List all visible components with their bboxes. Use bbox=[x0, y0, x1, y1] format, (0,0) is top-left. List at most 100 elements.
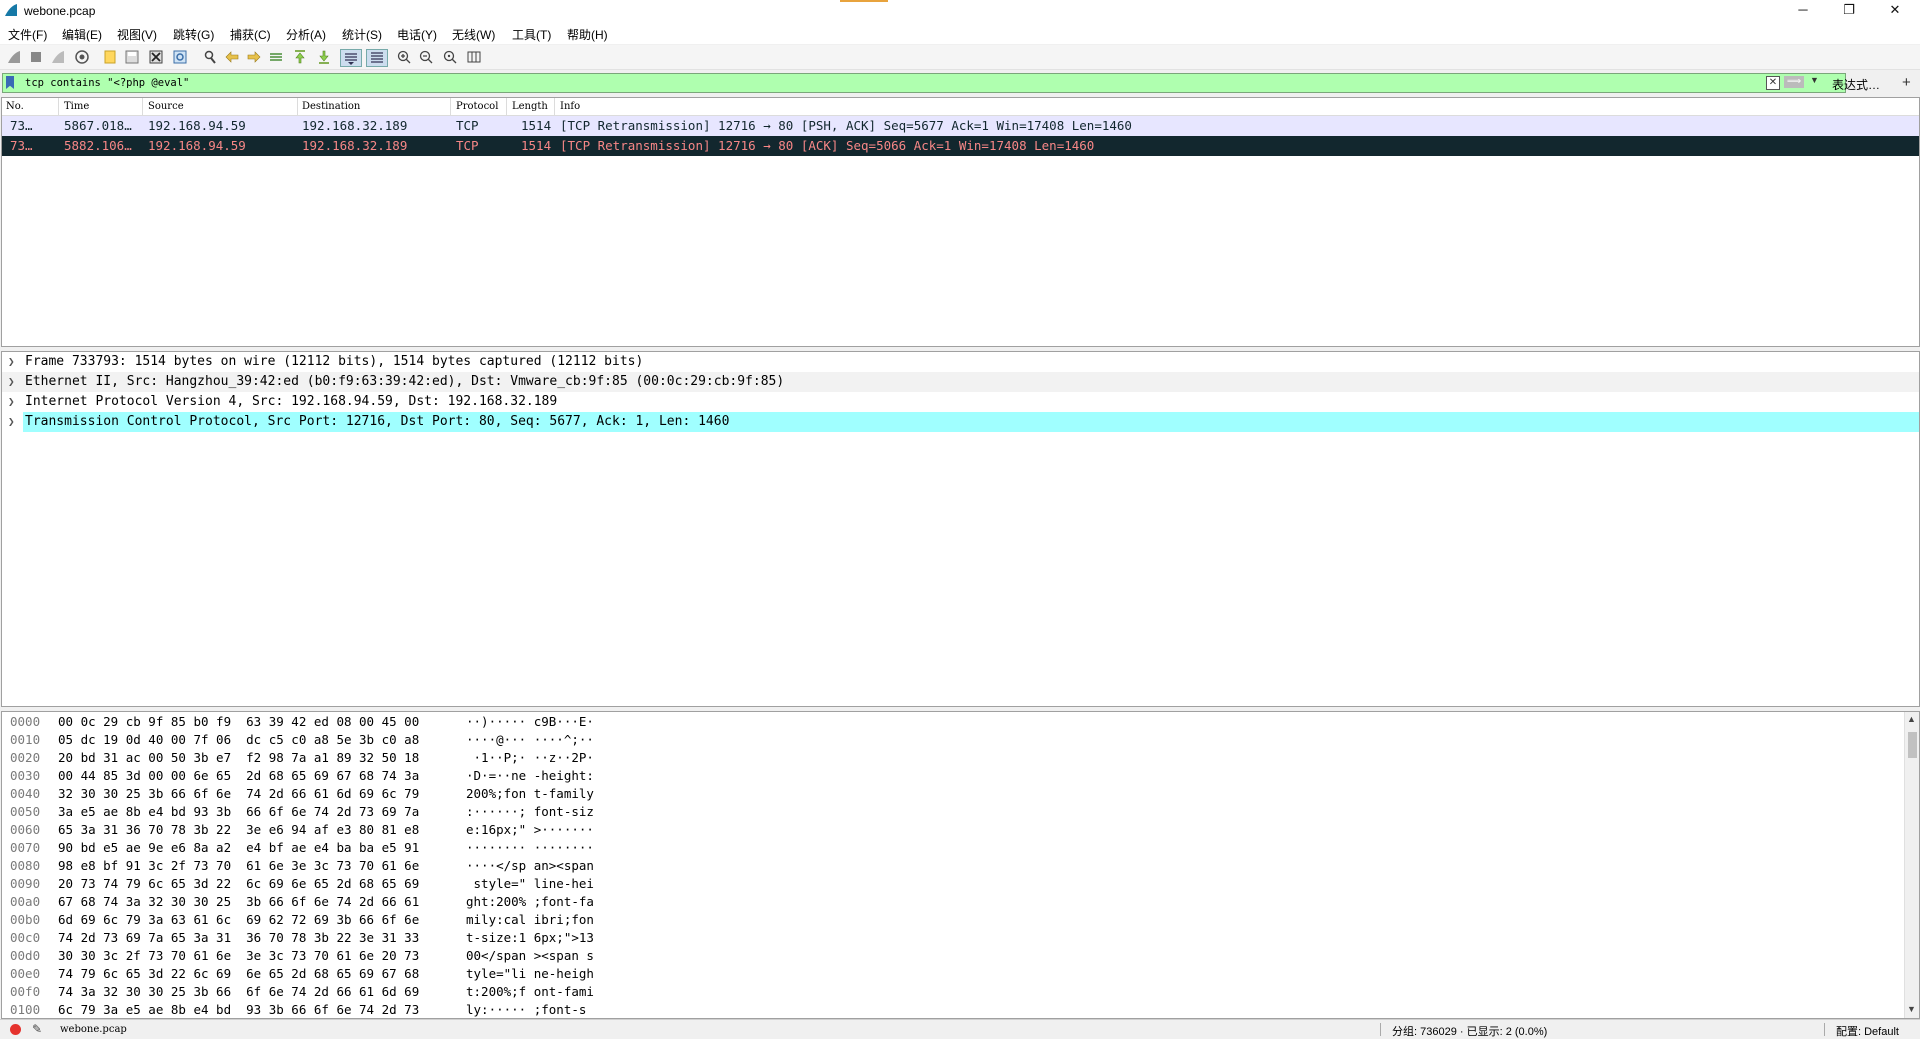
menu-file[interactable]: 文件(F) bbox=[8, 26, 47, 43]
go-last-icon[interactable] bbox=[316, 49, 332, 65]
column-separator[interactable] bbox=[450, 98, 451, 115]
filter-clear-icon[interactable]: ✕ bbox=[1766, 76, 1780, 90]
stop-capture-icon[interactable] bbox=[28, 49, 44, 65]
close-file-icon[interactable] bbox=[148, 49, 164, 65]
column-separator[interactable] bbox=[142, 98, 143, 115]
colorize-icon[interactable] bbox=[366, 49, 388, 67]
column-destination[interactable]: Destination bbox=[302, 101, 360, 112]
column-protocol[interactable]: Protocol bbox=[456, 101, 498, 112]
hex-ascii: ·D·=··ne -height: bbox=[466, 768, 594, 783]
hex-ascii: ght:200% ;font-fa bbox=[466, 894, 594, 909]
column-separator[interactable] bbox=[554, 98, 555, 115]
column-length[interactable]: Length bbox=[512, 101, 548, 112]
expand-chevron-icon[interactable]: ❯ bbox=[8, 412, 15, 432]
hex-ascii: ····</sp an><span bbox=[466, 858, 594, 873]
tree-item-frame[interactable]: ❯ Frame 733793: 1514 bytes on wire (1211… bbox=[2, 352, 1919, 372]
packet-destination: 192.168.32.189 bbox=[302, 118, 408, 133]
column-time[interactable]: Time bbox=[64, 101, 89, 112]
column-separator[interactable] bbox=[506, 98, 507, 115]
packet-no: 73… bbox=[10, 138, 33, 153]
capture-options-icon[interactable] bbox=[74, 49, 90, 65]
hex-bytes: 20 73 74 79 6c 65 3d 22 6c 69 6e 65 2d 6… bbox=[58, 876, 420, 891]
scroll-thumb[interactable] bbox=[1908, 732, 1917, 758]
packet-row-selected[interactable]: 73… 5882.106… 192.168.94.59 192.168.32.1… bbox=[2, 136, 1919, 156]
hex-offset: 0050 bbox=[10, 804, 41, 819]
zoom-out-icon[interactable] bbox=[418, 49, 434, 65]
packet-row[interactable]: 73… 5867.018… 192.168.94.59 192.168.32.1… bbox=[2, 116, 1919, 136]
hex-offset: 0090 bbox=[10, 876, 41, 891]
hex-bytes: 6d 69 6c 79 3a 63 61 6c 69 62 72 69 3b 6… bbox=[58, 912, 420, 927]
column-info[interactable]: Info bbox=[560, 101, 580, 112]
expand-chevron-icon[interactable]: ❯ bbox=[8, 392, 15, 412]
hex-bytes: 90 bd e5 ae 9e e6 8a a2 e4 bf ae e4 ba b… bbox=[58, 840, 420, 855]
hex-offset: 0010 bbox=[10, 732, 41, 747]
status-bar: ✎ webone.pcap 分组: 736029 · 已显示: 2 (0.0%)… bbox=[0, 1019, 1920, 1039]
restart-capture-icon[interactable] bbox=[50, 49, 66, 65]
packet-no: 73… bbox=[10, 118, 33, 133]
tree-item-ethernet[interactable]: ❯ Ethernet II, Src: Hangzhou_39:42:ed (b… bbox=[2, 372, 1919, 392]
column-source[interactable]: Source bbox=[148, 101, 184, 112]
add-filter-button-icon[interactable]: + bbox=[1902, 74, 1911, 91]
packet-list-header: No. Time Source Destination Protocol Len… bbox=[2, 98, 1919, 116]
hex-bytes: 74 3a 32 30 30 25 3b 66 6f 6e 74 2d 66 6… bbox=[58, 984, 420, 999]
hex-bytes: 67 68 74 3a 32 30 30 25 3b 66 6f 6e 74 2… bbox=[58, 894, 420, 909]
menu-capture[interactable]: 捕获(C) bbox=[230, 26, 271, 43]
filter-apply-icon[interactable]: ⟹ bbox=[1784, 76, 1804, 88]
restore-button[interactable]: ❐ bbox=[1826, 0, 1872, 22]
filter-expression-button[interactable]: 表达式… bbox=[1832, 76, 1880, 93]
go-to-packet-icon[interactable] bbox=[268, 49, 284, 65]
menu-go[interactable]: 跳转(G) bbox=[173, 26, 214, 43]
expand-chevron-icon[interactable]: ❯ bbox=[8, 352, 15, 372]
column-no[interactable]: No. bbox=[6, 101, 24, 112]
packet-protocol: TCP bbox=[456, 118, 479, 133]
reload-file-icon[interactable] bbox=[172, 49, 188, 65]
column-separator[interactable] bbox=[58, 98, 59, 115]
hex-ascii: tyle="li ne-heigh bbox=[466, 966, 594, 981]
menu-tools[interactable]: 工具(T) bbox=[512, 26, 551, 43]
auto-scroll-icon[interactable] bbox=[340, 49, 362, 67]
display-filter-input[interactable]: tcp contains "<?php @eval" bbox=[2, 73, 1846, 93]
packet-bytes-pane: 0000 00 0c 29 cb 9f 85 b0 f9 63 39 42 ed … bbox=[1, 711, 1920, 1019]
scroll-up-icon[interactable]: ▲ bbox=[1907, 714, 1916, 724]
save-file-icon[interactable] bbox=[124, 49, 140, 65]
menu-statistics[interactable]: 统计(S) bbox=[342, 26, 382, 43]
filter-history-dropdown-icon[interactable]: ▼ bbox=[1810, 75, 1819, 85]
hex-offset: 0000 bbox=[10, 714, 41, 729]
menu-view[interactable]: 视图(V) bbox=[117, 26, 157, 43]
tree-item-ipv4[interactable]: ❯ Internet Protocol Version 4, Src: 192.… bbox=[2, 392, 1919, 412]
start-capture-icon[interactable] bbox=[6, 49, 22, 65]
zoom-in-icon[interactable] bbox=[396, 49, 412, 65]
menu-analyze[interactable]: 分析(A) bbox=[286, 26, 326, 43]
menu-edit[interactable]: 编辑(E) bbox=[62, 26, 102, 43]
column-separator[interactable] bbox=[297, 98, 298, 115]
expand-chevron-icon[interactable]: ❯ bbox=[8, 372, 15, 392]
hex-bytes: 00 44 85 3d 00 00 6e 65 2d 68 65 69 67 6… bbox=[58, 768, 420, 783]
open-file-icon[interactable] bbox=[102, 49, 118, 65]
normal-size-icon[interactable] bbox=[442, 49, 458, 65]
resize-columns-icon[interactable] bbox=[466, 49, 482, 65]
menu-telephony[interactable]: 电话(Y) bbox=[397, 26, 437, 43]
expert-info-icon[interactable] bbox=[10, 1024, 21, 1035]
menu-help[interactable]: 帮助(H) bbox=[567, 26, 608, 43]
scroll-down-icon[interactable]: ▼ bbox=[1907, 1004, 1916, 1014]
status-profile[interactable]: 配置: Default bbox=[1836, 1023, 1899, 1039]
hex-offset: 0080 bbox=[10, 858, 41, 873]
close-button[interactable]: ✕ bbox=[1872, 0, 1918, 22]
find-packet-icon[interactable] bbox=[202, 49, 218, 65]
minimize-button[interactable]: ─ bbox=[1780, 0, 1826, 22]
hex-offset: 0100 bbox=[10, 1002, 41, 1017]
hex-ascii: e:16px;" >······· bbox=[466, 822, 594, 837]
hex-bytes: 00 0c 29 cb 9f 85 b0 f9 63 39 42 ed 08 0… bbox=[58, 714, 420, 729]
bytes-scrollbar[interactable]: ▲ ▼ bbox=[1904, 712, 1919, 1018]
menu-wireless[interactable]: 无线(W) bbox=[452, 26, 495, 43]
go-first-icon[interactable] bbox=[292, 49, 308, 65]
go-forward-icon[interactable] bbox=[246, 49, 262, 65]
title-bar: webone.pcap ─ ❐ ✕ bbox=[0, 0, 1920, 22]
hex-ascii: 00</span ><span s bbox=[466, 948, 594, 963]
tree-item-label: Ethernet II, Src: Hangzhou_39:42:ed (b0:… bbox=[25, 374, 785, 389]
display-filter-bar: tcp contains "<?php @eval" ✕ ⟹ ▼ 表达式… + bbox=[2, 73, 1918, 95]
capture-comment-icon[interactable]: ✎ bbox=[32, 1022, 42, 1036]
tree-item-tcp[interactable]: ❯ Transmission Control Protocol, Src Por… bbox=[2, 412, 1919, 432]
go-back-icon[interactable] bbox=[224, 49, 240, 65]
status-filename: webone.pcap bbox=[60, 1024, 127, 1035]
